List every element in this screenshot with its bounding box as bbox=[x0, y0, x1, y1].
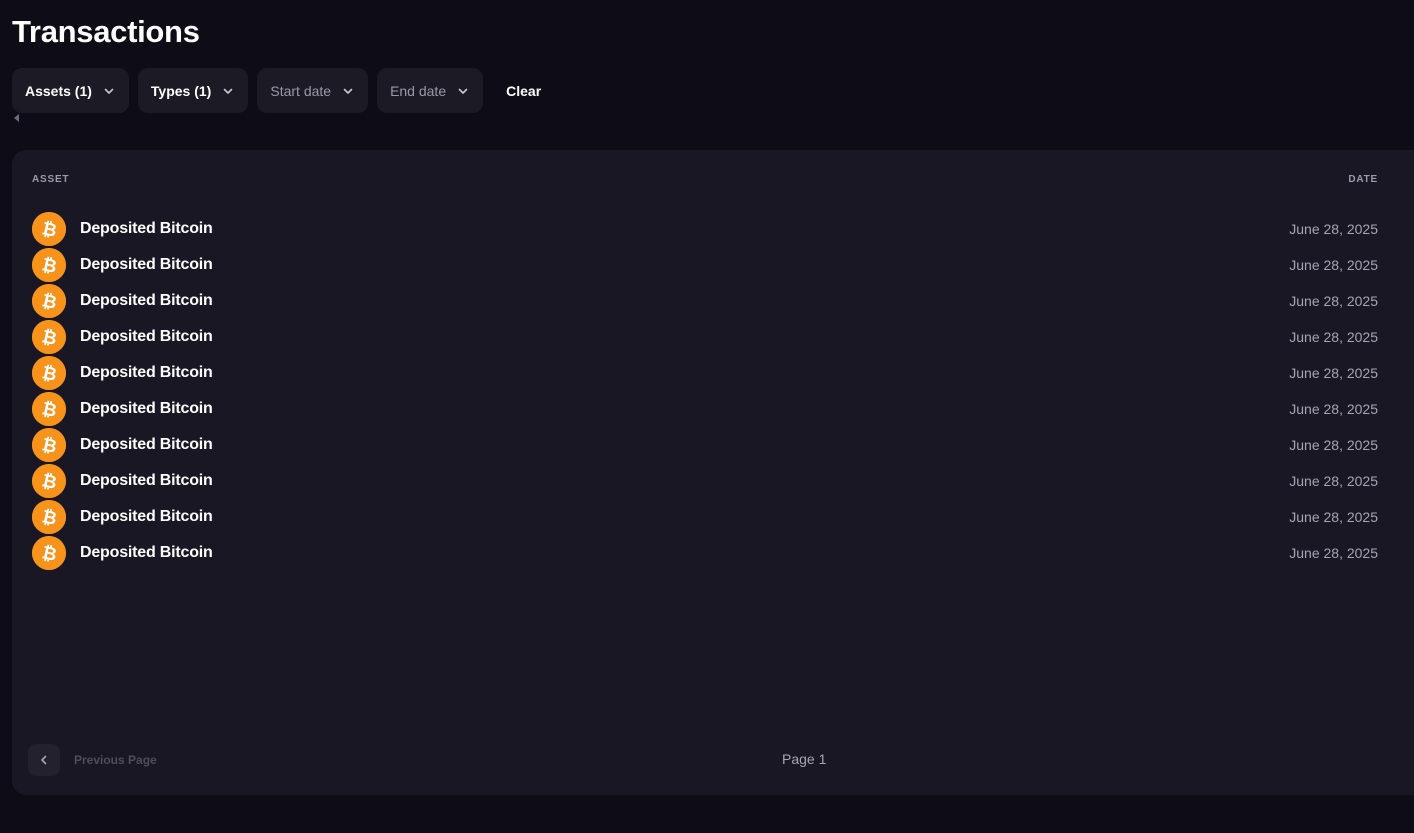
row-asset-cell: ₿ Deposited Bitcoin bbox=[32, 427, 213, 462]
transactions-page: Transactions Assets (1) Types (1) Start … bbox=[0, 0, 1414, 833]
bitcoin-icon: ₿ bbox=[32, 211, 66, 246]
row-date: June 28, 2025 bbox=[1289, 508, 1378, 525]
types-filter-dropdown[interactable]: Types (1) bbox=[137, 68, 249, 113]
bitcoin-icon: ₿ bbox=[32, 319, 66, 354]
bitcoin-icon: ₿ bbox=[32, 283, 66, 318]
row-title: Deposited Bitcoin bbox=[80, 219, 213, 237]
bitcoin-icon: ₿ bbox=[32, 499, 66, 534]
row-asset-cell: ₿ Deposited Bitcoin bbox=[32, 283, 213, 318]
end-date-picker[interactable]: End date bbox=[377, 68, 484, 113]
row-title: Deposited Bitcoin bbox=[80, 327, 213, 345]
bitcoin-icon: ₿ bbox=[32, 535, 66, 570]
bitcoin-icon: ₿ bbox=[32, 463, 66, 498]
start-date-label: Start date bbox=[270, 82, 332, 99]
page-title: Transactions bbox=[12, 14, 200, 49]
row-date: June 28, 2025 bbox=[1289, 544, 1378, 561]
row-date: June 28, 2025 bbox=[1289, 472, 1378, 489]
row-asset-cell: ₿ Deposited Bitcoin bbox=[32, 535, 213, 570]
column-header-date: DATE bbox=[1348, 174, 1378, 185]
row-title: Deposited Bitcoin bbox=[80, 291, 213, 309]
row-asset-cell: ₿ Deposited Bitcoin bbox=[32, 247, 213, 282]
table-row[interactable]: ₿ Deposited Bitcoin June 28, 2025 bbox=[32, 526, 1378, 579]
bitcoin-icon: ₿ bbox=[32, 427, 66, 462]
scroll-left-arrow-icon[interactable] bbox=[14, 114, 19, 122]
row-date: June 28, 2025 bbox=[1289, 364, 1378, 381]
row-asset-cell: ₿ Deposited Bitcoin bbox=[32, 463, 213, 498]
page-number: Page 1 bbox=[782, 751, 827, 767]
previous-page-label: Previous Page bbox=[74, 753, 157, 767]
row-date: June 28, 2025 bbox=[1289, 328, 1378, 345]
transactions-table: ASSET DATE ₿ Deposited Bitcoin June 28, 20… bbox=[12, 150, 1414, 795]
clear-filters-button[interactable]: Clear bbox=[506, 83, 541, 99]
filter-bar: Assets (1) Types (1) Start date End date… bbox=[12, 68, 541, 113]
assets-filter-dropdown[interactable]: Assets (1) bbox=[12, 68, 129, 113]
row-title: Deposited Bitcoin bbox=[80, 471, 213, 489]
row-title: Deposited Bitcoin bbox=[80, 255, 213, 273]
end-date-label: End date bbox=[390, 82, 447, 99]
table-body: ₿ Deposited Bitcoin June 28, 2025 ₿ Deposite… bbox=[32, 202, 1378, 579]
bitcoin-icon: ₿ bbox=[32, 391, 66, 426]
row-title: Deposited Bitcoin bbox=[80, 507, 213, 525]
bitcoin-icon: ₿ bbox=[32, 247, 66, 282]
row-title: Deposited Bitcoin bbox=[80, 363, 213, 381]
row-date: June 28, 2025 bbox=[1289, 292, 1378, 309]
chevron-down-icon bbox=[341, 84, 355, 98]
row-asset-cell: ₿ Deposited Bitcoin bbox=[32, 355, 213, 390]
assets-filter-label: Assets (1) bbox=[25, 82, 92, 99]
row-date: June 28, 2025 bbox=[1289, 256, 1378, 273]
row-title: Deposited Bitcoin bbox=[80, 399, 213, 417]
previous-page-button[interactable]: Previous Page bbox=[28, 744, 157, 776]
row-asset-cell: ₿ Deposited Bitcoin bbox=[32, 391, 213, 426]
bitcoin-icon: ₿ bbox=[32, 355, 66, 390]
chevron-down-icon bbox=[221, 84, 235, 98]
row-date: June 28, 2025 bbox=[1289, 220, 1378, 237]
row-title: Deposited Bitcoin bbox=[80, 435, 213, 453]
row-asset-cell: ₿ Deposited Bitcoin bbox=[32, 319, 213, 354]
start-date-picker[interactable]: Start date bbox=[257, 68, 369, 113]
row-title: Deposited Bitcoin bbox=[80, 543, 213, 561]
row-date: June 28, 2025 bbox=[1289, 400, 1378, 417]
row-asset-cell: ₿ Deposited Bitcoin bbox=[32, 499, 213, 534]
row-asset-cell: ₿ Deposited Bitcoin bbox=[32, 211, 213, 246]
chevron-left-icon bbox=[28, 744, 60, 776]
pagination: Previous Page Page 1 bbox=[28, 744, 1414, 776]
chevron-down-icon bbox=[102, 84, 116, 98]
row-date: June 28, 2025 bbox=[1289, 436, 1378, 453]
types-filter-label: Types (1) bbox=[150, 82, 212, 99]
column-header-asset: ASSET bbox=[32, 174, 70, 185]
chevron-down-icon bbox=[456, 84, 470, 98]
table-header: ASSET DATE bbox=[32, 174, 1378, 188]
